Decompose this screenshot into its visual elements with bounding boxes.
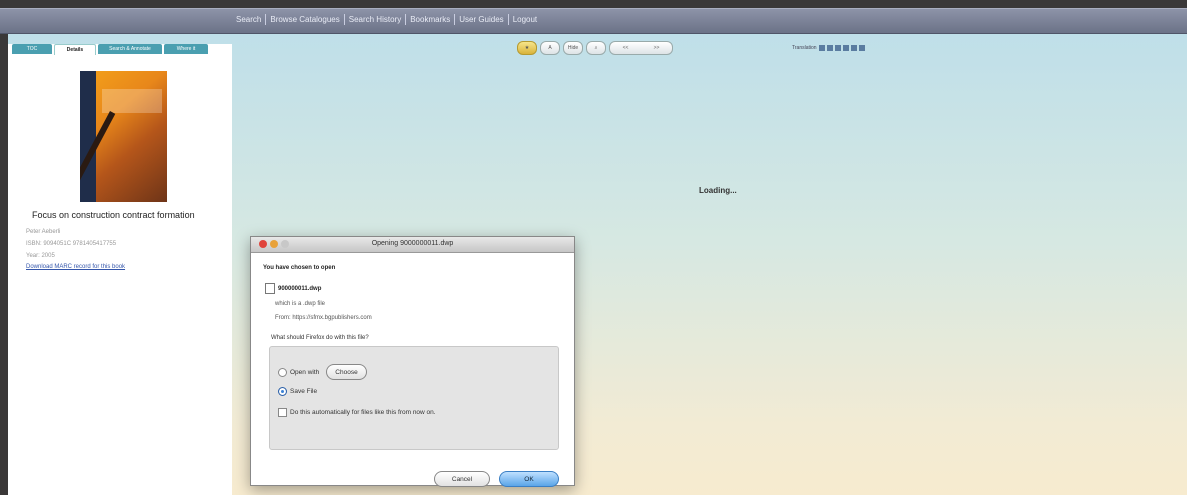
nav-logout[interactable]: Logout	[507, 14, 541, 25]
book-authors: Peter Aeberli	[26, 229, 61, 235]
open-with-radio[interactable]	[278, 367, 287, 377]
choose-app-button[interactable]: Choose	[326, 364, 367, 380]
file-type: which is a .dwp file	[275, 301, 326, 307]
dialog-title: Opening 9000000011.dwp	[371, 240, 454, 247]
action-options: Open with Choose Save File Do this autom…	[269, 346, 559, 450]
top-nav-bar: Search Browse Catalogues Search History …	[0, 8, 1187, 34]
tab-details[interactable]: Details	[54, 44, 96, 55]
font-button[interactable]: A	[540, 41, 560, 55]
dialog-titlebar[interactable]: Opening 9000000011.dwp	[251, 237, 574, 253]
panel-tabs: TOC Details Search & Annotate Where it	[12, 44, 208, 55]
prev-page[interactable]: <<	[623, 45, 629, 51]
font-icon[interactable]	[842, 45, 849, 51]
auto-option: Do this automatically for files like thi…	[278, 408, 436, 417]
page-navigator[interactable]: << >>	[609, 41, 673, 55]
open-with-option: Open with Choose	[278, 364, 367, 380]
cancel-button[interactable]: Cancel	[434, 471, 490, 487]
file-name: 900000011.dwp	[278, 285, 322, 292]
auto-label: Do this automatically for files like thi…	[290, 409, 436, 416]
chosen-label: You have chosen to open	[263, 265, 336, 271]
book-info-panel: TOC Details Search & Annotate Where it F…	[8, 44, 232, 495]
next-page[interactable]: >>	[654, 45, 660, 51]
nav-search-history[interactable]: Search History	[343, 14, 405, 25]
hide-button[interactable]: Hide	[563, 41, 583, 55]
loading-text: Loading...	[699, 186, 737, 195]
file-icon	[265, 283, 275, 294]
translation-label: Translation	[792, 45, 817, 51]
nav-user-guides[interactable]: User Guides	[454, 14, 507, 25]
nav-search[interactable]: Search	[232, 14, 265, 25]
action-question: What should Firefox do with this file?	[271, 335, 369, 341]
tab-where-it[interactable]: Where it	[164, 44, 208, 54]
language-icon[interactable]	[826, 45, 833, 51]
top-nav: Search Browse Catalogues Search History …	[232, 14, 541, 25]
save-file-radio[interactable]	[278, 387, 287, 396]
home-button[interactable]: ★	[517, 41, 537, 55]
zoom-icon: ⌕	[594, 45, 598, 51]
book-isbn: ISBN: 9094051C 9781405417755	[26, 241, 117, 247]
dialog-body: You have chosen to open 900000011.dwp wh…	[251, 253, 574, 487]
open-with-label: Open with	[290, 368, 320, 376]
save-file-label: Save File	[290, 388, 318, 395]
arrow-up-icon[interactable]	[850, 45, 857, 51]
zoom-button[interactable]: ⌕	[586, 41, 606, 55]
text-size-icon[interactable]	[834, 45, 841, 51]
translation-controls: Translation	[792, 45, 865, 51]
file-source: From: https://sfmx.bgpublishers.com	[275, 315, 372, 321]
file-open-dialog: Opening 9000000011.dwp You have chosen t…	[250, 236, 575, 487]
book-title: Focus on construction contract formation	[32, 210, 195, 220]
viewer-toolbar: ★ A Hide ⌕ << >>	[517, 41, 673, 55]
ok-button[interactable]: OK	[499, 471, 559, 487]
book-year: Year: 2005	[26, 253, 55, 259]
tab-toc[interactable]: TOC	[12, 44, 52, 54]
auto-checkbox[interactable]	[278, 408, 287, 417]
nav-browse-catalogues[interactable]: Browse Catalogues	[265, 14, 343, 25]
download-marc-link[interactable]: Download MARC record for this book	[26, 264, 125, 270]
arrow-down-icon[interactable]	[858, 45, 865, 51]
tab-search-annotate[interactable]: Search & Annotate	[98, 44, 162, 54]
home-icon: ★	[524, 45, 530, 51]
translate-icon[interactable]	[818, 45, 825, 51]
file-row: 900000011.dwp	[265, 283, 321, 294]
book-cover-image	[80, 71, 167, 202]
save-file-option: Save File	[278, 387, 317, 396]
nav-bookmarks[interactable]: Bookmarks	[405, 14, 454, 25]
